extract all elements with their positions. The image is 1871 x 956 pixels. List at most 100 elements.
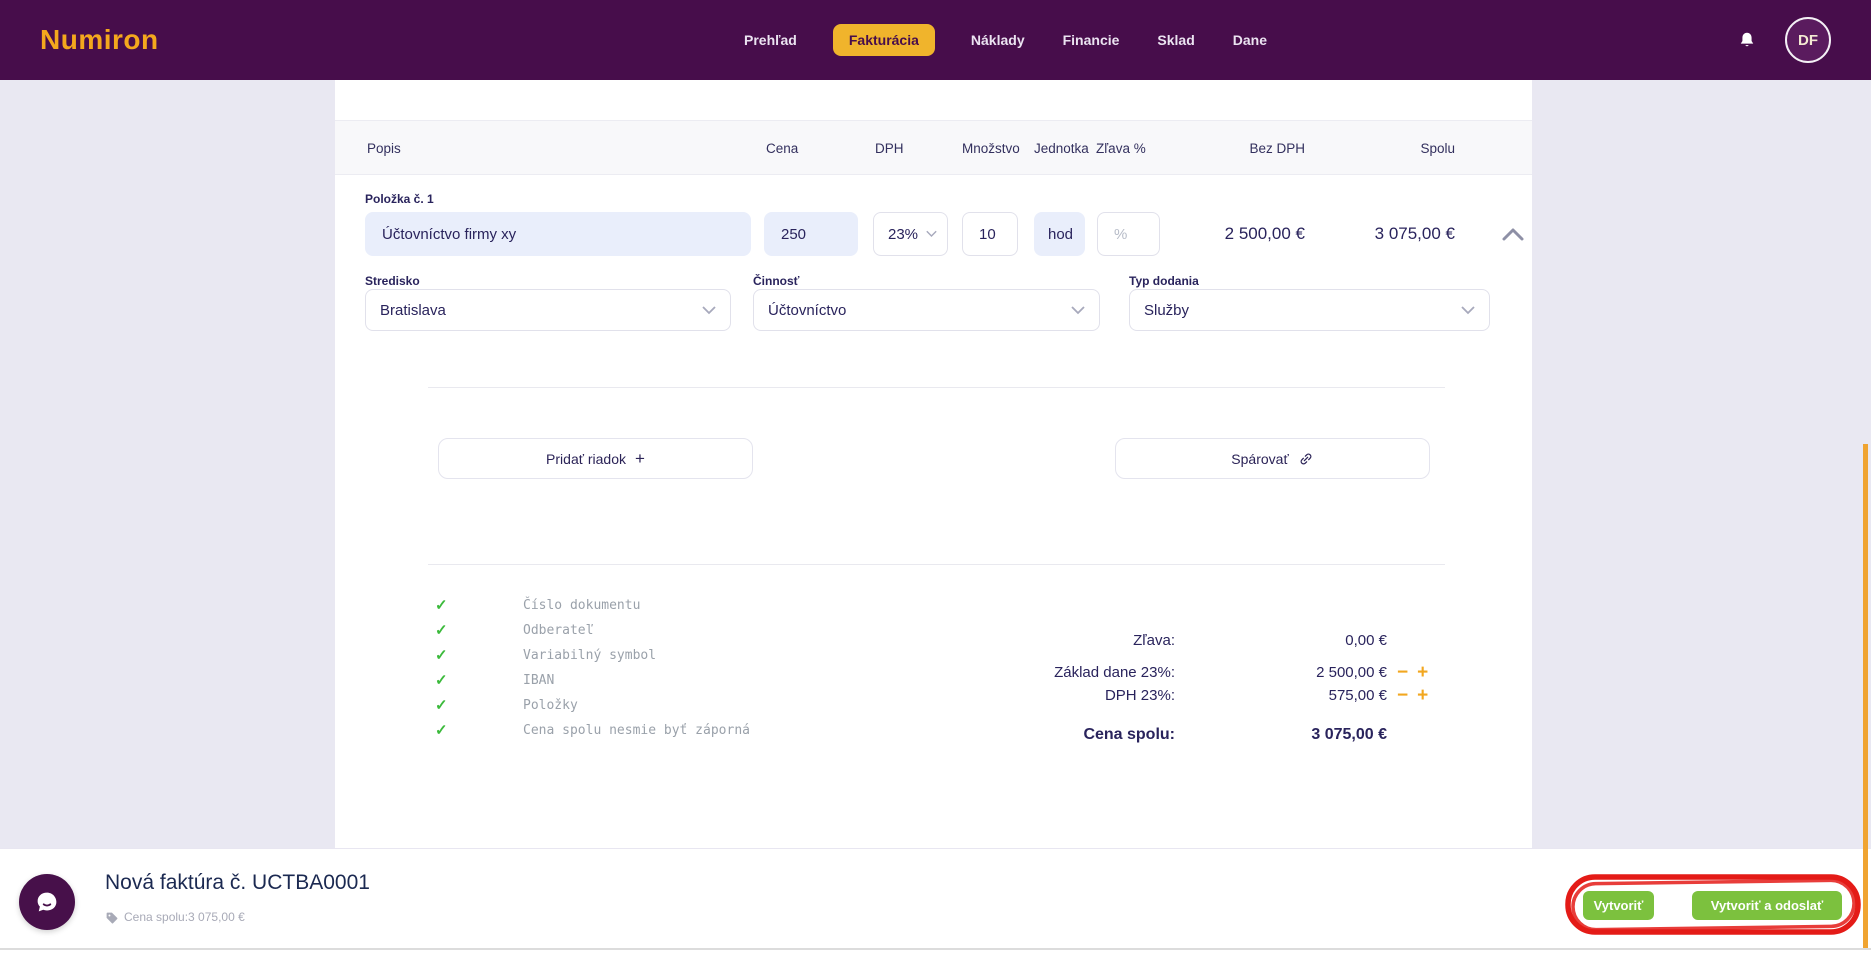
vat-select-value: 23% xyxy=(888,226,918,243)
top-navigation-bar: Numiron Prehľad Fakturácia Náklady Finan… xyxy=(0,0,1871,80)
decrease-icon[interactable]: − xyxy=(1397,663,1408,682)
check-icon: ✓ xyxy=(435,698,455,713)
amount-adjusters: − + xyxy=(1397,686,1428,705)
quantity-input[interactable] xyxy=(963,213,1017,255)
price-input[interactable] xyxy=(765,213,857,255)
chevron-down-icon xyxy=(702,306,716,315)
discount-input-wrap xyxy=(1097,212,1160,256)
divider xyxy=(428,387,1445,388)
link-icon xyxy=(1298,451,1314,467)
totals-label: Cena spolu: xyxy=(875,726,1175,744)
check-icon: ✓ xyxy=(435,673,455,688)
delivery-type-select-value: Služby xyxy=(1144,302,1189,319)
check-icon: ✓ xyxy=(435,723,455,738)
quantity-input-wrap xyxy=(962,212,1018,256)
checklist-item-label: Položky xyxy=(523,698,578,713)
column-header-dph: DPH xyxy=(875,121,904,176)
check-icon: ✓ xyxy=(435,648,455,663)
checklist-item: ✓ Číslo dokumentu xyxy=(335,598,750,613)
checklist-item-label: Odberateľ xyxy=(523,623,593,638)
delivery-type-select[interactable]: Služby xyxy=(1129,289,1490,331)
totals-label: Základ dane 23%: xyxy=(875,664,1175,681)
app-window: Numiron Prehľad Fakturácia Náklady Finan… xyxy=(0,0,1871,956)
chevron-down-icon xyxy=(1071,306,1085,315)
invoice-subtotal-text: Cena spolu:3 075,00 € xyxy=(124,910,245,924)
activity-select[interactable]: Účtovníctvo xyxy=(753,289,1100,331)
pair-label: Spárovať xyxy=(1231,451,1288,467)
create-button[interactable]: Vytvoriť xyxy=(1583,891,1654,920)
pair-button[interactable]: Spárovať xyxy=(1115,438,1430,479)
totals-row-tax-base: Základ dane 23%: 2 500,00 € − + xyxy=(875,661,1475,683)
delivery-type-label: Typ dodania xyxy=(1129,274,1199,288)
validation-checklist: ✓ Číslo dokumentu ✓ Odberateľ ✓ Variabil… xyxy=(335,598,750,738)
checklist-item: ✓ Cena spolu nesmie byť záporná xyxy=(335,723,750,738)
center-select[interactable]: Bratislava xyxy=(365,289,731,331)
center-label: Stredisko xyxy=(365,274,420,288)
check-icon: ✓ xyxy=(435,623,455,638)
main-nav: Prehľad Fakturácia Náklady Financie Skla… xyxy=(742,0,1269,80)
increase-icon[interactable]: + xyxy=(1417,663,1428,682)
invoice-subtotal-row: Cena spolu:3 075,00 € xyxy=(105,910,245,924)
checklist-item: ✓ Položky xyxy=(335,698,750,713)
unit-field[interactable]: hod xyxy=(1034,212,1085,256)
checklist-item-label: Variabilný symbol xyxy=(523,648,656,663)
checklist-item: ✓ Variabilný symbol xyxy=(335,648,750,663)
totals-row-grand-total: Cena spolu: 3 075,00 € xyxy=(875,724,1475,746)
activity-label: Činnosť xyxy=(753,274,799,288)
totals-value: 3 075,00 € xyxy=(1175,726,1387,744)
nav-item-sklad[interactable]: Sklad xyxy=(1155,24,1196,56)
checklist-item-label: Číslo dokumentu xyxy=(523,598,640,613)
chat-bubble-icon[interactable] xyxy=(19,874,75,930)
totals-label: Zľava: xyxy=(875,632,1175,649)
nav-item-prehlad[interactable]: Prehľad xyxy=(742,24,799,56)
description-input-wrap xyxy=(365,212,751,256)
checklist-item-label: Cena spolu nesmie byť záporná xyxy=(523,723,750,738)
activity-select-value: Účtovníctvo xyxy=(768,302,846,319)
increase-icon[interactable]: + xyxy=(1417,686,1428,705)
item-row-label: Položka č. 1 xyxy=(365,192,434,206)
column-header-popis: Popis xyxy=(367,121,401,176)
collapse-item-chevron-up-icon[interactable] xyxy=(1501,226,1525,242)
chevron-down-icon xyxy=(926,230,937,238)
column-header-mnozstvo: Množstvo xyxy=(962,121,1020,176)
vat-select[interactable]: 23% xyxy=(873,212,948,256)
totals-label: DPH 23%: xyxy=(875,687,1175,704)
totals-row-vat: DPH 23%: 575,00 € − + xyxy=(875,684,1475,706)
add-row-label: Pridať riadok xyxy=(546,451,626,467)
user-avatar[interactable]: DF xyxy=(1785,17,1831,63)
check-icon: ✓ xyxy=(435,598,455,613)
totals-row-discount: Zľava: 0,00 € xyxy=(875,629,1475,651)
invoice-title: Nová faktúra č. UCTBA0001 xyxy=(105,871,370,895)
notifications-bell-icon[interactable] xyxy=(1736,30,1758,52)
price-input-wrap xyxy=(764,212,858,256)
plus-icon: + xyxy=(635,449,645,469)
viewport-bottom-strip xyxy=(0,950,1871,956)
bottom-action-bar: Nová faktúra č. UCTBA0001 Cena spolu:3 0… xyxy=(0,848,1871,948)
column-header-spolu: Spolu xyxy=(1420,121,1455,176)
column-header-bezdph: Bez DPH xyxy=(1249,121,1305,176)
column-header-zlava: Zľava % xyxy=(1096,121,1146,176)
nav-item-fakturacia[interactable]: Fakturácia xyxy=(833,24,935,56)
nav-item-dane[interactable]: Dane xyxy=(1231,24,1269,56)
add-row-button[interactable]: Pridať riadok + xyxy=(438,438,753,479)
create-and-send-button[interactable]: Vytvoriť a odoslať xyxy=(1692,891,1842,920)
column-header-cena: Cena xyxy=(766,121,798,176)
checklist-item-label: IBAN xyxy=(523,673,554,688)
column-header-jednotka: Jednotka xyxy=(1034,121,1089,176)
totals-value: 575,00 € xyxy=(1175,687,1387,704)
center-select-value: Bratislava xyxy=(380,302,446,319)
discount-input[interactable] xyxy=(1098,213,1159,255)
amount-adjusters: − + xyxy=(1397,663,1428,682)
item-total-amount: 3 075,00 € xyxy=(1375,212,1455,256)
item-net-amount: 2 500,00 € xyxy=(1225,212,1305,256)
nav-item-naklady[interactable]: Náklady xyxy=(969,24,1027,56)
tag-icon xyxy=(105,911,118,924)
description-input[interactable] xyxy=(366,213,750,255)
totals-value: 0,00 € xyxy=(1175,632,1387,649)
decrease-icon[interactable]: − xyxy=(1397,686,1408,705)
checklist-item: ✓ IBAN xyxy=(335,673,750,688)
totals-value: 2 500,00 € xyxy=(1175,664,1387,681)
nav-item-financie[interactable]: Financie xyxy=(1061,24,1122,56)
chevron-down-icon xyxy=(1461,306,1475,315)
brand-logo[interactable]: Numiron xyxy=(40,0,159,80)
